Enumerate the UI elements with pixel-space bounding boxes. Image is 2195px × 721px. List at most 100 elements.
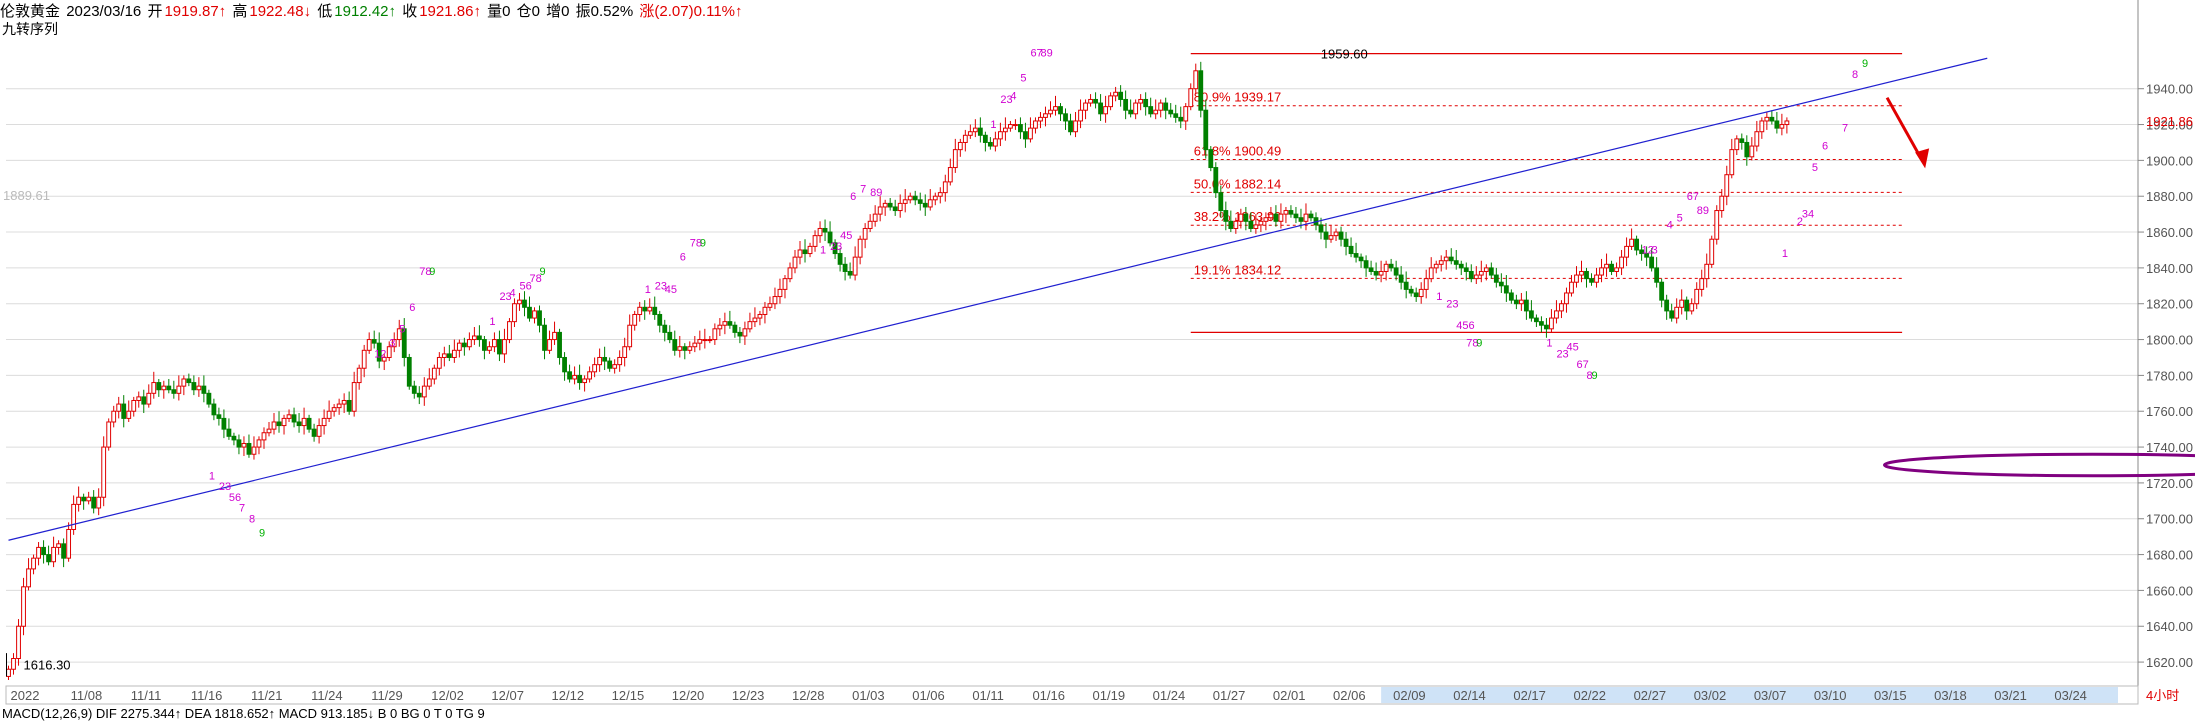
prev-level-label: 1889.61 — [3, 188, 50, 203]
candle-body — [216, 414, 222, 419]
candle-body — [471, 335, 477, 341]
candle-body — [186, 378, 192, 384]
candle-body — [111, 410, 117, 423]
low-price-label: 1616.30 — [24, 658, 71, 673]
candle-body — [712, 328, 718, 341]
candle-body — [1288, 210, 1294, 215]
td-count-label: 1 — [645, 284, 651, 296]
candle-body — [987, 141, 993, 147]
candle-body — [717, 324, 723, 330]
candle-body — [41, 546, 46, 556]
candle-body — [1238, 213, 1244, 222]
candle-body — [211, 403, 217, 416]
candle-body — [1754, 131, 1760, 147]
candle-body — [1373, 270, 1379, 276]
candle-body — [1413, 292, 1419, 298]
candle-body — [757, 313, 763, 319]
candle-body — [181, 378, 187, 387]
time-tick-label: 02/17 — [1513, 688, 1546, 703]
candle-body — [772, 296, 778, 305]
candle-body — [1769, 116, 1775, 122]
candle-body — [431, 367, 437, 380]
candle-body — [176, 385, 182, 394]
time-tick-label: 02/22 — [1573, 688, 1606, 703]
candle-body — [747, 321, 753, 330]
candle-body — [607, 360, 613, 369]
candle-body — [146, 392, 152, 405]
candle-body — [1423, 278, 1429, 290]
candle-body — [141, 396, 147, 405]
candle-body — [1604, 263, 1609, 269]
candle-body — [742, 328, 748, 337]
candle-body — [136, 396, 142, 401]
time-tick-label: 12/02 — [431, 688, 464, 703]
candle-body — [507, 321, 512, 341]
candle-body — [86, 496, 92, 502]
td-count-label: 45 — [665, 284, 677, 296]
candle-body — [657, 313, 663, 326]
candle-body — [1338, 231, 1344, 240]
candle-body — [997, 131, 1003, 140]
candle-body — [1634, 238, 1640, 251]
candle-body — [682, 346, 688, 351]
candle-body — [1333, 231, 1339, 237]
candle-body — [11, 657, 16, 670]
candle-body — [837, 253, 843, 265]
candle-body — [1348, 245, 1354, 255]
candle-body — [1564, 292, 1569, 305]
candle-body — [777, 288, 783, 298]
candle-body — [1609, 263, 1614, 272]
td-count-label: 5 — [1020, 73, 1026, 85]
candle-body — [1649, 256, 1655, 269]
candle-body — [592, 364, 598, 373]
candle-body — [1579, 270, 1584, 276]
candle-body — [1744, 141, 1750, 158]
candle-body — [1689, 303, 1695, 312]
candle-body — [762, 306, 768, 315]
candle-body — [737, 331, 743, 337]
candle-body — [1223, 210, 1229, 222]
td-count-label: 6 — [850, 191, 856, 203]
candle-body — [907, 195, 913, 201]
candle-body — [306, 417, 312, 430]
time-tick-label: 11/24 — [311, 688, 343, 703]
candle-body — [326, 410, 332, 419]
candle-body — [1544, 324, 1549, 330]
candle-body — [1188, 88, 1194, 108]
candle-body — [1298, 217, 1304, 222]
candle-body — [1468, 270, 1474, 280]
time-tick-label: 02/09 — [1393, 688, 1426, 703]
td-count-label: 89 — [870, 187, 882, 199]
candle-body — [1098, 102, 1103, 115]
candle-body — [1398, 274, 1404, 283]
candle-body — [1724, 174, 1730, 197]
candle-body — [1308, 213, 1314, 219]
candle-body — [547, 339, 552, 351]
candle-body — [897, 202, 903, 212]
price-tick-label: 1880.00 — [2146, 189, 2193, 204]
candle-body — [867, 220, 873, 229]
candlestick-chart[interactable]: 1620.00 1640.00 1660.00 1680.00 1700.00 1720.… — [0, 0, 2195, 714]
candle-body — [1208, 149, 1214, 169]
td-count-label: 1 — [1546, 338, 1552, 350]
candle-body — [1068, 120, 1073, 133]
candle-body — [1343, 238, 1349, 247]
fib-level-label: 19.1% 1834.12 — [1194, 262, 1281, 277]
td-count-label: 1 — [209, 470, 215, 482]
candle-body — [967, 131, 973, 136]
candle-body — [517, 299, 522, 305]
candle-body — [977, 127, 983, 136]
time-tick-label: 12/07 — [491, 688, 524, 703]
candle-body — [76, 496, 82, 505]
trendline — [8, 57, 1988, 541]
td-count-label: 34 — [1802, 209, 1814, 221]
candle-body — [1013, 124, 1018, 127]
candle-body — [942, 181, 948, 194]
td-count-label: 45 — [1566, 341, 1578, 353]
candle-body — [201, 385, 207, 394]
candle-body — [1018, 124, 1023, 133]
candle-body — [221, 417, 227, 430]
candle-body — [1739, 138, 1745, 143]
candle-body — [106, 421, 112, 448]
td-count-label: 9 — [1592, 370, 1598, 382]
